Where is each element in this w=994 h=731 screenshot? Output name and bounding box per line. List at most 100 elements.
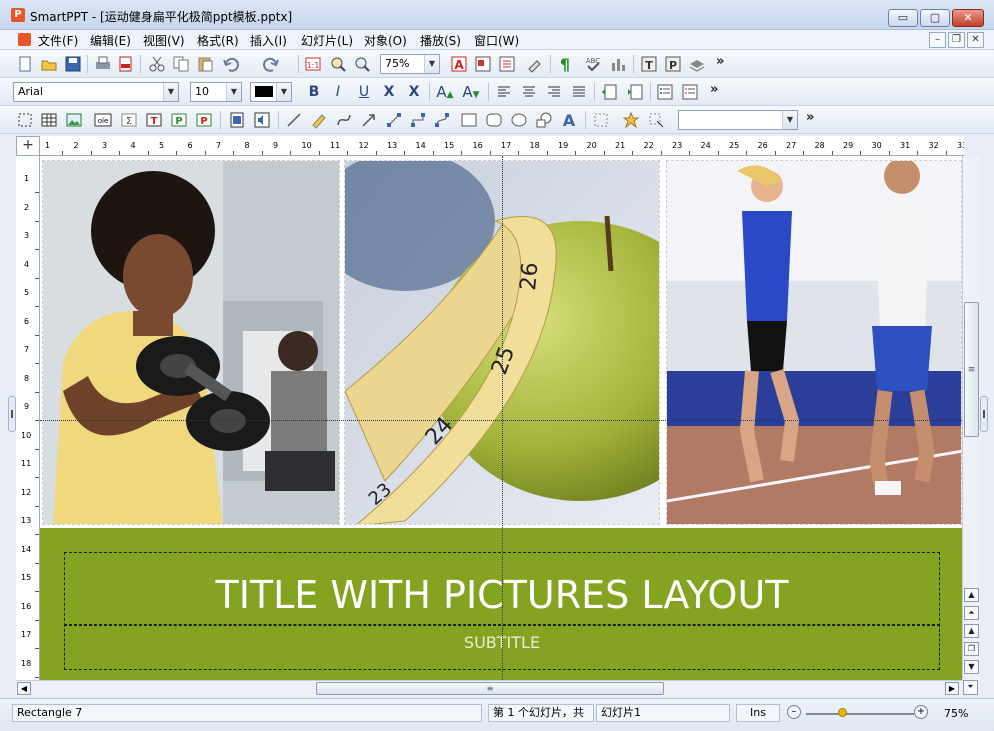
- line-icon[interactable]: [285, 111, 303, 129]
- close-window-button[interactable]: ✕: [952, 9, 984, 27]
- scroll-up-button[interactable]: ▲: [964, 588, 979, 602]
- zoom-slider-track[interactable]: [806, 713, 914, 715]
- justify-icon[interactable]: [570, 83, 588, 101]
- horizontal-scroll-thumb[interactable]: ≡: [316, 682, 664, 695]
- slide-number-icon[interactable]: 1:1: [304, 55, 322, 73]
- grow-font-button[interactable]: A▲: [436, 83, 454, 101]
- text-color-icon[interactable]: A: [450, 55, 468, 73]
- doc-restore-button[interactable]: ❐: [948, 32, 965, 48]
- object-style-combo[interactable]: ▼: [678, 110, 798, 130]
- bullet-list-icon[interactable]: [656, 83, 674, 101]
- status-insert-mode[interactable]: Ins: [736, 704, 780, 722]
- align-left-icon[interactable]: [495, 83, 513, 101]
- align-right-icon[interactable]: [545, 83, 563, 101]
- zoom-out-button[interactable]: –: [787, 705, 801, 719]
- paste-icon[interactable]: [196, 55, 214, 73]
- menu-window[interactable]: 窗口(W): [474, 32, 519, 49]
- slide-master-icon[interactable]: T: [640, 55, 658, 73]
- weightlifting-photo[interactable]: [42, 160, 340, 525]
- slide-canvas[interactable]: 24 25 26 23 TITLE WITH PICTURES LAYOUT S…: [40, 156, 962, 680]
- right-panel-toggle[interactable]: ‖: [980, 396, 988, 432]
- zoom-icon[interactable]: [353, 55, 371, 73]
- scroll-right-button[interactable]: ▶: [945, 682, 959, 695]
- save-icon[interactable]: [64, 55, 82, 73]
- scroll-left-button[interactable]: ◀: [17, 682, 31, 695]
- freehand-icon[interactable]: [310, 111, 328, 129]
- pdf-icon[interactable]: [117, 55, 135, 73]
- object-select-icon[interactable]: [647, 111, 665, 129]
- sound-icon[interactable]: [253, 111, 271, 129]
- fontwork-icon[interactable]: A: [560, 111, 578, 130]
- chart-icon[interactable]: [609, 55, 627, 73]
- rounded-rectangle-icon[interactable]: [485, 111, 503, 129]
- align-center-icon[interactable]: [520, 83, 538, 101]
- chevron-down-icon[interactable]: ▼: [782, 111, 797, 129]
- curve-icon[interactable]: [335, 111, 353, 129]
- menu-view[interactable]: 视图(V): [143, 32, 185, 49]
- font-size-combo[interactable]: 10 ▼: [190, 82, 242, 102]
- shrink-font-button[interactable]: A▼: [462, 83, 480, 101]
- group-icon[interactable]: [592, 111, 610, 129]
- curved-connector-icon[interactable]: [433, 111, 451, 129]
- print-icon[interactable]: [94, 55, 112, 73]
- toolbar-overflow-chevron[interactable]: »: [710, 82, 718, 97]
- table-icon[interactable]: [40, 111, 58, 129]
- first-slide-button[interactable]: ⏶: [964, 606, 979, 620]
- smartppt-app-icon[interactable]: P: [11, 8, 25, 22]
- placeholder-icon[interactable]: P: [170, 111, 188, 129]
- ole-object-icon[interactable]: ole: [94, 111, 112, 129]
- bold-button[interactable]: B: [305, 83, 323, 101]
- previous-slide-button[interactable]: ▲: [964, 624, 979, 638]
- rectangle-icon[interactable]: [460, 111, 478, 129]
- elbow-connector-icon[interactable]: [409, 111, 427, 129]
- font-name-combo[interactable]: Arial ▼: [13, 82, 179, 102]
- strikethrough-button[interactable]: X: [380, 83, 398, 101]
- chevron-down-icon[interactable]: ▼: [424, 55, 439, 73]
- list-frame-icon[interactable]: [498, 55, 516, 73]
- connector-icon[interactable]: [385, 111, 403, 129]
- minimize-button[interactable]: ▭: [888, 9, 918, 27]
- chevron-down-icon[interactable]: ▼: [163, 83, 178, 101]
- numbered-list-icon[interactable]: [681, 83, 699, 101]
- open-folder-icon[interactable]: [40, 55, 58, 73]
- zoom-page-icon[interactable]: [329, 55, 347, 73]
- slide-menu-button[interactable]: ❐: [964, 642, 979, 656]
- select-frame-icon[interactable]: [16, 111, 34, 129]
- menu-object[interactable]: 对象(O): [364, 32, 407, 49]
- effects-star-icon[interactable]: [622, 111, 640, 129]
- layer-icon[interactable]: [688, 55, 706, 73]
- doc-minimize-button[interactable]: –: [929, 32, 946, 48]
- menu-file[interactable]: 文件(F): [38, 32, 78, 49]
- ellipse-icon[interactable]: [510, 111, 528, 129]
- italic-button[interactable]: I: [329, 83, 347, 101]
- chevron-down-icon[interactable]: ▼: [226, 83, 241, 101]
- runners-photo[interactable]: [666, 160, 962, 525]
- clear-format-button[interactable]: X: [405, 83, 423, 101]
- next-slide-button[interactable]: ▼: [964, 660, 979, 674]
- status-zoom-percent[interactable]: 75%: [944, 707, 968, 720]
- decrease-indent-icon[interactable]: [600, 83, 618, 101]
- document-menu-icon[interactable]: [18, 33, 31, 46]
- menu-format[interactable]: 格式(R): [197, 32, 239, 49]
- zoom-in-button[interactable]: +: [914, 705, 928, 719]
- vertical-guide-line[interactable]: [502, 156, 503, 680]
- chevron-down-icon[interactable]: ▼: [276, 83, 291, 101]
- text-frame-icon[interactable]: [474, 55, 492, 73]
- redo-icon[interactable]: [262, 55, 280, 73]
- horizontal-ruler[interactable]: 1 2 3 4 5 6 7 8 9 10 11 12 13 14 15 16 17 18 19 20 21 22 23 24 2…: [40, 136, 964, 156]
- toolbar-overflow-chevron[interactable]: »: [806, 110, 814, 125]
- zoom-slider-knob[interactable]: [838, 708, 847, 717]
- text-box-icon[interactable]: T: [145, 111, 163, 129]
- vertical-scrollbar[interactable]: ≡ ▲ ⏶ ▲ ❐ ▼: [962, 156, 980, 680]
- shapes-icon[interactable]: [535, 111, 553, 129]
- paragraph-mark-icon[interactable]: ¶: [556, 55, 574, 74]
- copy-icon[interactable]: [172, 55, 190, 73]
- toolbar-overflow-chevron[interactable]: »: [716, 54, 724, 69]
- horizontal-guide-line[interactable]: [40, 420, 962, 421]
- arrow-line-icon[interactable]: [360, 111, 378, 129]
- font-color-combo[interactable]: ▼: [250, 82, 292, 102]
- page-number-icon[interactable]: P: [195, 111, 213, 129]
- spellcheck-icon[interactable]: ABC: [584, 55, 602, 73]
- last-slide-button[interactable]: ⏷: [963, 680, 978, 695]
- vertical-ruler[interactable]: 1 2 3 4 5 6 7 8 9 10 11 12 13 14 15 16 17 18: [16, 156, 40, 680]
